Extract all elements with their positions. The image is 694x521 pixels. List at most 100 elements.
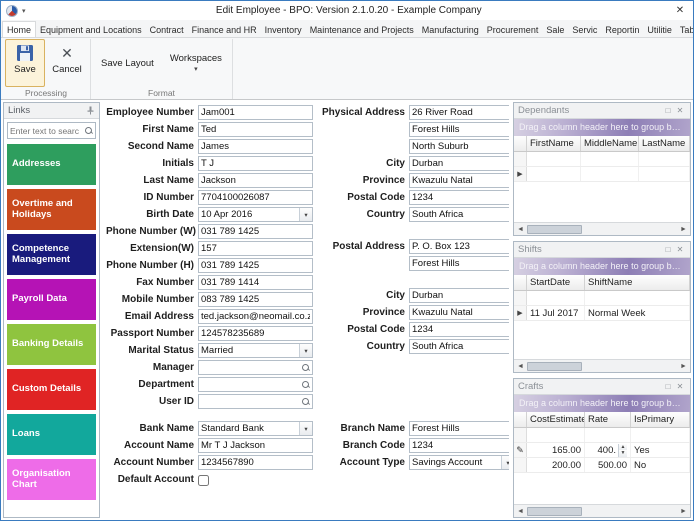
grid-row[interactable] [514,152,690,167]
group-by-drop-area[interactable]: Drag a column header here to group by th… [514,119,690,136]
postal-province-input[interactable] [410,306,509,319]
postal-address-line2-input[interactable] [410,257,509,270]
horizontal-scrollbar[interactable]: ◄ ► [514,504,690,517]
account-type-dropdown-button[interactable]: ▾ [501,456,509,469]
extension-w-input[interactable] [199,242,312,255]
link-item-organisation-chart[interactable]: Organisation Chart [7,459,96,500]
scroll-right-icon[interactable]: ► [677,363,690,370]
panel-close-icon[interactable]: ✕ [674,382,686,391]
birth-date-dropdown-button[interactable]: ▾ [299,208,312,221]
postal-postal-code-input[interactable] [410,323,509,336]
column-header-shiftname[interactable]: ShiftName [585,275,690,290]
department-input[interactable] [199,378,299,391]
postal-address-line1-input[interactable] [410,240,509,253]
column-header-costestimate[interactable]: CostEstimate [527,412,585,427]
user-id-input[interactable] [199,395,299,408]
horizontal-scrollbar[interactable]: ◄ ► [514,222,690,235]
physical-country-input[interactable] [410,208,509,221]
panel-dock-icon[interactable]: □ [662,106,674,115]
horizontal-scrollbar[interactable]: ◄ ► [514,359,690,372]
phone-w-input[interactable] [199,225,312,238]
link-item-overtime-and-holidays[interactable]: Overtime and Holidays [7,189,96,230]
postal-city-input[interactable] [410,289,509,302]
employee-number-input[interactable] [199,106,312,119]
group-by-drop-area[interactable]: Drag a column header here to group by th… [514,395,690,412]
panel-close-icon[interactable]: ✕ [674,106,686,115]
email-input[interactable] [199,310,312,323]
second-name-input[interactable] [199,140,312,153]
workspaces-button[interactable]: Workspaces ▾ [163,39,229,87]
default-account-checkbox[interactable] [198,475,209,486]
link-item-payroll-data[interactable]: Payroll Data [7,279,96,320]
tab-sale[interactable]: Sale [542,22,568,37]
grid-row[interactable] [514,428,690,443]
physical-address-line3-input[interactable] [410,140,509,153]
scrollbar-thumb[interactable] [527,225,582,234]
first-name-input[interactable] [199,123,312,136]
marital-status-dropdown-button[interactable]: ▾ [299,344,312,357]
initials-input[interactable] [199,157,312,170]
postal-country-input[interactable] [410,340,509,353]
column-header-lastname[interactable]: LastName [639,136,690,151]
tab-home[interactable]: Home [2,21,36,38]
scroll-left-icon[interactable]: ◄ [514,363,527,370]
cell-rate-editor[interactable]: 400.▲▼ [585,443,631,457]
column-header-firstname[interactable]: FirstName [527,136,581,151]
fax-number-input[interactable] [199,276,312,289]
bank-name-dropdown-button[interactable]: ▾ [299,422,312,435]
scrollbar-thumb[interactable] [527,507,582,516]
branch-code-input[interactable] [410,439,509,452]
physical-address-line1-input[interactable] [410,106,509,119]
last-name-input[interactable] [199,174,312,187]
column-header-rate[interactable]: Rate [585,412,631,427]
account-type-input[interactable] [410,456,501,469]
mobile-number-input[interactable] [199,293,312,306]
spinner-control[interactable]: ▲▼ [618,444,627,457]
physical-province-input[interactable] [410,174,509,187]
tab-reporting[interactable]: Reportin [601,22,643,37]
spin-down-icon[interactable]: ▼ [619,450,627,457]
pin-icon[interactable] [86,106,95,115]
tab-table[interactable]: Tab [676,22,693,37]
tab-service[interactable]: Servic [568,22,601,37]
link-item-competence-management[interactable]: Competence Management [7,234,96,275]
tab-utilities[interactable]: Utilitie [643,22,676,37]
links-search-input[interactable] [8,126,81,136]
panel-close-icon[interactable]: ✕ [674,245,686,254]
department-lookup-button[interactable] [299,378,312,391]
grid-row[interactable]: 200.00 500.00 No [514,458,690,473]
grid-row[interactable]: ✎ 165.00 400.▲▼ Yes [514,443,690,458]
branch-name-input[interactable] [410,422,509,435]
physical-city-input[interactable] [410,157,509,170]
id-number-input[interactable] [199,191,312,204]
tab-equipment-and-locations[interactable]: Equipment and Locations [36,22,146,37]
physical-postal-code-input[interactable] [410,191,509,204]
passport-number-input[interactable] [199,327,312,340]
link-item-custom-details[interactable]: Custom Details [7,369,96,410]
user-id-lookup-button[interactable] [299,395,312,408]
bank-name-input[interactable] [199,422,299,435]
panel-dock-icon[interactable]: □ [662,245,674,254]
grid-row[interactable] [514,291,690,306]
manager-lookup-button[interactable] [299,361,312,374]
tab-maintenance-and-projects[interactable]: Maintenance and Projects [306,22,418,37]
manager-input[interactable] [199,361,299,374]
save-layout-button[interactable]: Save Layout [94,39,161,87]
scroll-right-icon[interactable]: ► [677,226,690,233]
link-item-banking-details[interactable]: Banking Details [7,324,96,365]
tab-inventory[interactable]: Inventory [261,22,306,37]
group-by-drop-area[interactable]: Drag a column header here to group by th… [514,258,690,275]
marital-status-input[interactable] [199,344,299,357]
search-button[interactable] [81,126,95,135]
tab-procurement[interactable]: Procurement [483,22,543,37]
scrollbar-thumb[interactable] [527,362,582,371]
save-button[interactable]: Save [5,39,45,87]
cancel-button[interactable]: ✕ Cancel [47,39,87,87]
panel-dock-icon[interactable]: □ [662,382,674,391]
scroll-left-icon[interactable]: ◄ [514,226,527,233]
scroll-left-icon[interactable]: ◄ [514,508,527,515]
scroll-right-icon[interactable]: ► [677,508,690,515]
link-item-loans[interactable]: Loans [7,414,96,455]
column-header-isprimary[interactable]: IsPrimary [631,412,690,427]
account-number-input[interactable] [199,456,312,469]
